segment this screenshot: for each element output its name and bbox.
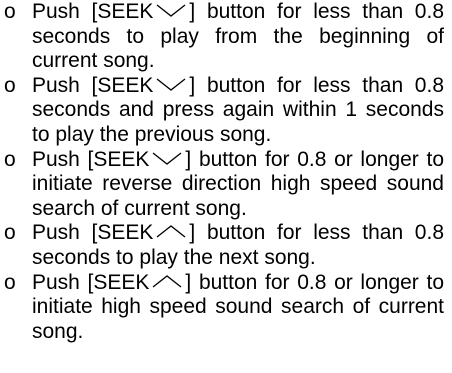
manual-page: o Push [SEEK] button for less than 0.8 s… bbox=[0, 0, 452, 373]
item-text-before: Push [SEEK bbox=[32, 270, 150, 294]
list-item: o Push [SEEK] button for less than 0.8 s… bbox=[4, 221, 444, 270]
bullet-marker: o bbox=[4, 73, 16, 97]
chevron-up-icon bbox=[150, 272, 184, 290]
chevron-down-icon bbox=[154, 75, 188, 93]
instruction-list: o Push [SEEK] button for less than 0.8 s… bbox=[4, 0, 444, 344]
item-text-before: Push [SEEK bbox=[32, 73, 154, 97]
item-text-before: Push [SEEK bbox=[32, 0, 154, 23]
bullet-marker: o bbox=[4, 221, 16, 245]
chevron-down-icon bbox=[150, 149, 184, 167]
bullet-marker: o bbox=[4, 0, 16, 23]
bullet-marker: o bbox=[4, 270, 16, 294]
list-item: o Push [SEEK] button for less than 0.8 s… bbox=[4, 74, 444, 148]
list-item: o Push [SEEK] button for 0.8 or longer t… bbox=[4, 271, 444, 345]
chevron-down-icon bbox=[154, 1, 188, 19]
item-text-before: Push [SEEK bbox=[32, 221, 154, 245]
bullet-marker: o bbox=[4, 147, 16, 171]
list-item: o Push [SEEK] button for less than 0.8 s… bbox=[4, 0, 444, 74]
item-text-before: Push [SEEK bbox=[32, 147, 150, 171]
chevron-up-icon bbox=[154, 222, 188, 240]
list-item: o Push [SEEK] button for 0.8 or longer t… bbox=[4, 148, 444, 222]
